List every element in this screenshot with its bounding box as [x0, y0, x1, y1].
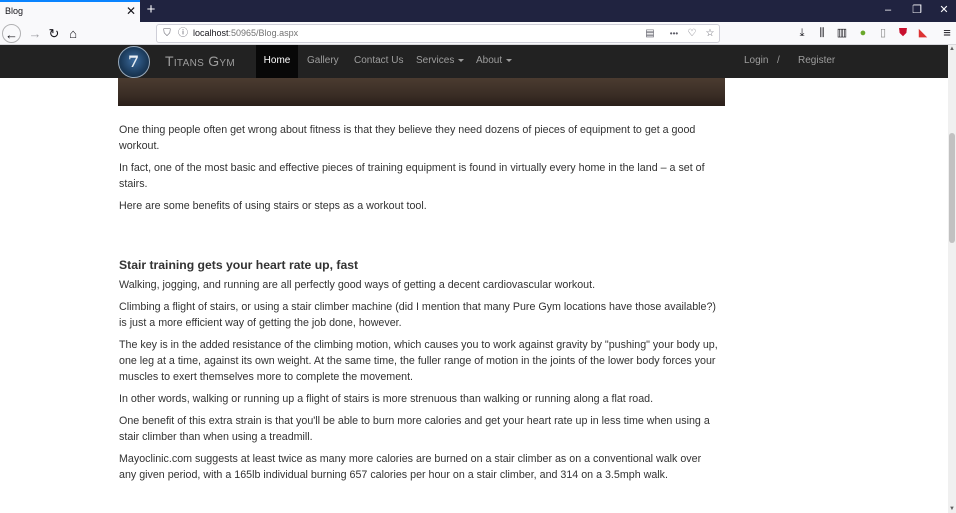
site-brand[interactable]: Titans Gym — [165, 53, 235, 69]
scrollbar-thumb[interactable] — [949, 133, 955, 243]
logo-emblem-icon: 7 — [128, 52, 140, 71]
article-paragraph: One benefit of this extra strain is that… — [119, 415, 710, 443]
menu-icon[interactable]: ≡ — [940, 26, 954, 40]
browser-tab-bar: Blog ✕ + – ❐ ✕ — [0, 0, 956, 22]
nav-separator: / — [777, 55, 780, 66]
nav-register[interactable]: Register — [798, 45, 835, 78]
tab-close-icon[interactable]: ✕ — [124, 4, 138, 18]
nav-login[interactable]: Login — [744, 45, 768, 78]
nav-about-label: About — [476, 55, 503, 66]
article-paragraph: Mayoclinic.com suggests at least twice a… — [119, 453, 702, 481]
gym-logo[interactable]: 7 — [118, 46, 150, 78]
caret-down-icon — [458, 58, 465, 62]
url-host: localhost — [193, 28, 229, 38]
extension-page-icon[interactable]: ▯ — [876, 26, 890, 40]
library-icon[interactable]: ⫼ — [815, 26, 829, 40]
page-actions-icon[interactable]: ••• — [667, 27, 681, 41]
nav-contact-us[interactable]: Contact Us — [354, 45, 403, 78]
minimize-window-button[interactable]: – — [874, 0, 902, 22]
scroll-down-arrow-icon[interactable]: ▼ — [948, 505, 956, 513]
browser-toolbar: ← → ↻ ⌂ ⛉ ⓘ localhost:50965/Blog.aspx ▤ … — [0, 22, 956, 45]
bookmark-star-icon[interactable]: ☆ — [703, 27, 717, 41]
new-tab-button[interactable]: + — [143, 1, 159, 19]
downloads-icon[interactable]: ⤓ — [795, 26, 809, 40]
reader-view-icon[interactable]: ▤ — [643, 27, 657, 41]
url-path: :50965/Blog.aspx — [228, 28, 299, 38]
tab-title: Blog — [5, 6, 24, 16]
hero-image — [118, 78, 725, 106]
article-paragraph: In fact, one of the most basic and effec… — [119, 162, 705, 190]
sidebar-icon[interactable]: ▥ — [835, 26, 849, 40]
nav-services-label: Services — [416, 55, 455, 66]
article-paragraph: Here are some benefits of using stairs o… — [119, 200, 427, 212]
article-paragraph: In other words, walking or running up a … — [119, 393, 654, 405]
site-navbar: 7 Titans Gym Home Gallery Contact Us Ser… — [0, 45, 948, 78]
reload-icon[interactable]: ↻ — [44, 24, 64, 43]
nav-about-dropdown[interactable]: About — [476, 45, 513, 78]
nav-gallery[interactable]: Gallery — [307, 45, 339, 78]
ublock-icon[interactable]: ⛊ — [896, 26, 910, 40]
url-text[interactable]: localhost:50965/Blog.aspx — [193, 28, 298, 38]
article-paragraph: Climbing a flight of stairs, or using a … — [119, 301, 716, 329]
article-paragraph: Walking, jogging, and running are all pe… — [119, 279, 596, 291]
caret-down-icon — [506, 58, 513, 62]
article-heading: Stair training gets your heart rate up, … — [119, 258, 359, 272]
page-scrollbar[interactable]: ▲ ▼ — [948, 45, 956, 513]
extension-megaphone-icon[interactable]: ◣ — [916, 26, 930, 40]
nav-services-dropdown[interactable]: Services — [416, 45, 465, 78]
site-info-icon[interactable]: ⓘ — [177, 27, 189, 41]
nav-home[interactable]: Home — [256, 45, 298, 78]
browser-tab-blog[interactable]: Blog ✕ — [0, 0, 140, 22]
extension-green-icon[interactable]: ● — [856, 26, 870, 40]
pocket-icon[interactable]: ♡ — [685, 27, 699, 41]
scroll-up-arrow-icon[interactable]: ▲ — [948, 45, 956, 53]
shield-icon[interactable]: ⛉ — [161, 27, 173, 41]
article-paragraph: The key is in the added resistance of th… — [119, 339, 718, 383]
close-window-button[interactable]: ✕ — [930, 0, 956, 22]
article-paragraph: One thing people often get wrong about f… — [119, 124, 696, 152]
back-icon[interactable]: ← — [2, 24, 21, 43]
forward-icon[interactable]: → — [25, 24, 45, 43]
home-icon[interactable]: ⌂ — [63, 24, 83, 43]
restore-window-button[interactable]: ❐ — [903, 0, 931, 22]
address-bar[interactable]: ⛉ ⓘ localhost:50965/Blog.aspx ▤ ••• ♡ ☆ — [156, 24, 720, 43]
